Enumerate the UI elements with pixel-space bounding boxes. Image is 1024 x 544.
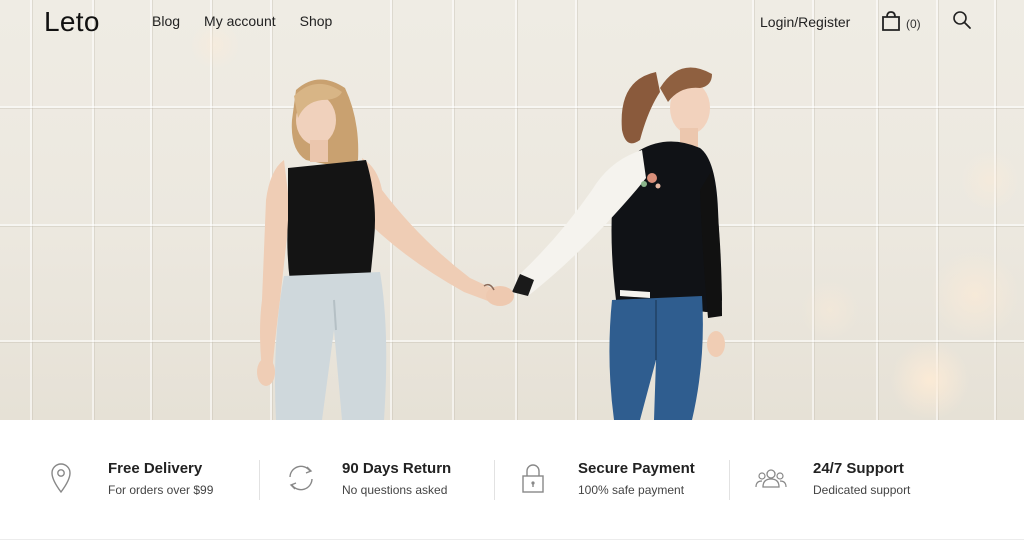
site-header: Leto Blog My account Shop Login/Register… <box>0 0 1024 44</box>
feature-secure-payment: Secure Payment 100% safe payment <box>518 460 718 500</box>
section-divider <box>0 539 1024 540</box>
search-icon <box>953 11 971 29</box>
feature-divider <box>494 460 495 500</box>
feature-subtitle: 100% safe payment <box>578 483 685 497</box>
feature-title: 24/7 Support <box>813 460 904 477</box>
cart-count: (0) <box>906 17 921 31</box>
feature-returns: 90 Days Return No questions asked <box>284 460 484 500</box>
users-icon <box>754 460 788 496</box>
two-women-holding-hands-photo <box>257 67 725 420</box>
feature-free-delivery: Free Delivery For orders over $99 <box>46 460 246 500</box>
feature-support: 24/7 Support Dedicated support <box>754 460 954 500</box>
feature-divider <box>729 460 730 500</box>
map-pin-icon <box>46 460 76 496</box>
hero-banner <box>0 0 1024 420</box>
feature-divider <box>259 460 260 500</box>
padlock-icon <box>518 460 548 496</box>
feature-subtitle: Dedicated support <box>813 483 911 497</box>
site-logo[interactable]: Leto <box>44 6 100 38</box>
cart-button[interactable]: (0) <box>880 10 921 32</box>
feature-subtitle: For orders over $99 <box>108 483 214 497</box>
feature-subtitle: No questions asked <box>342 483 448 497</box>
login-register-link[interactable]: Login/Register <box>760 14 850 30</box>
main-nav: Blog My account Shop <box>152 13 332 29</box>
feature-title: Secure Payment <box>578 460 695 477</box>
nav-item-blog[interactable]: Blog <box>152 13 180 29</box>
feature-title: Free Delivery <box>108 460 203 477</box>
nav-item-my-account[interactable]: My account <box>204 13 276 29</box>
search-button[interactable] <box>952 10 972 35</box>
shopping-bag-icon <box>882 11 900 31</box>
features-bar: Free Delivery For orders over $99 90 Day… <box>0 420 1024 544</box>
refresh-icon <box>284 460 318 496</box>
feature-title: 90 Days Return <box>342 460 452 477</box>
nav-item-shop[interactable]: Shop <box>300 13 333 29</box>
